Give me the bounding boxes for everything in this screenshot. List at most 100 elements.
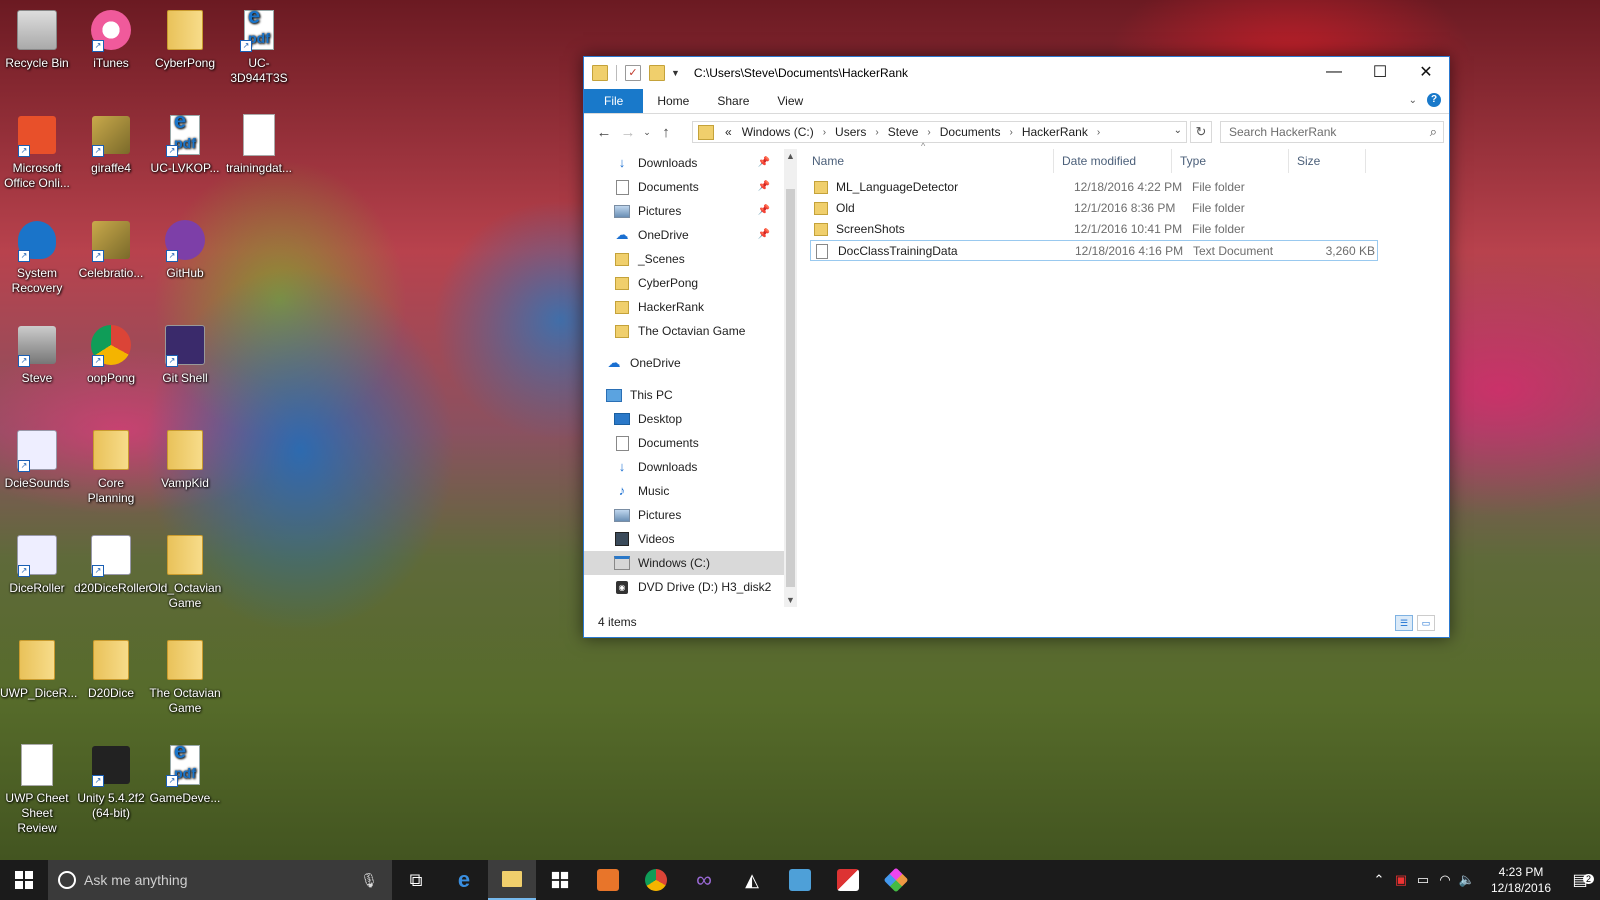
column-size[interactable]: Size xyxy=(1289,149,1366,173)
edge-icon[interactable]: e xyxy=(440,860,488,900)
file-explorer-taskbar-icon[interactable] xyxy=(488,860,536,900)
customize-toolbar-chevron-icon[interactable]: ▼ xyxy=(671,68,680,78)
store-icon[interactable] xyxy=(536,860,584,900)
desktop-icon[interactable]: CyberPong xyxy=(148,8,222,71)
desktop-icon[interactable]: Core Planning xyxy=(74,428,148,506)
desktop-icon[interactable]: pdf↗ GameDeve... xyxy=(148,743,222,806)
wifi-icon[interactable]: ◠ xyxy=(1434,872,1456,888)
clock[interactable]: 4:23 PM 12/18/2016 xyxy=(1482,864,1560,896)
address-history-chevron-icon[interactable]: ⌄ xyxy=(1174,125,1182,136)
nav-onedrive[interactable]: ☁ OneDrive xyxy=(584,351,784,375)
visual-studio-icon[interactable]: ∞ xyxy=(680,860,728,900)
unity-icon[interactable]: ◭ xyxy=(728,860,776,900)
navigation-pane-scrollbar[interactable]: ▲ ▼ xyxy=(784,149,797,607)
file-row[interactable]: Old 12/1/2016 8:36 PM File folder xyxy=(810,198,1378,219)
desktop-icon[interactable]: ↗ DiceRoller xyxy=(0,533,74,596)
desktop-icon[interactable]: ↗ oopPong xyxy=(74,323,148,386)
desktop-icon[interactable]: ↗ DcieSounds xyxy=(0,428,74,491)
nav-quick-access-item[interactable]: ↓ Downloads 📌 xyxy=(584,151,784,175)
nav-quick-access-item[interactable]: Pictures 📌 xyxy=(584,199,784,223)
nav-quick-access-item[interactable]: The Octavian Game xyxy=(584,319,784,343)
file-row[interactable]: ML_LanguageDetector 12/18/2016 4:22 PM Fil… xyxy=(810,177,1378,198)
breadcrumb-windows-c[interactable]: Windows (C:) xyxy=(737,125,819,139)
breadcrumb-overflow[interactable]: « xyxy=(720,125,737,139)
nav-this-pc-item[interactable]: Documents xyxy=(584,431,784,455)
column-type[interactable]: Type xyxy=(1172,149,1289,173)
battery-icon[interactable]: ▭ xyxy=(1412,872,1434,888)
address-bar[interactable]: « Windows (C:) › Users › Steve › Documen… xyxy=(692,121,1187,143)
expand-ribbon-chevron-icon[interactable]: ⌄ xyxy=(1409,95,1417,106)
large-icons-view-icon[interactable]: ▭ xyxy=(1417,615,1435,631)
nav-this-pc-item[interactable]: Windows (C:) xyxy=(584,551,784,575)
nav-quick-access-item[interactable]: Documents 📌 xyxy=(584,175,784,199)
file-row[interactable]: ScreenShots 12/1/2016 10:41 PM File folder xyxy=(810,219,1378,240)
nav-this-pc-item[interactable]: ◉ DVD Drive (D:) H3_disk2 xyxy=(584,575,784,599)
desktop-icon[interactable]: The Octavian Game xyxy=(148,638,222,716)
search-icon[interactable]: ⌕ xyxy=(1430,122,1437,142)
chevron-right-icon[interactable]: › xyxy=(923,127,934,138)
tab-file[interactable]: File xyxy=(584,89,644,113)
desktop-icon[interactable]: ↗ Celebratio... xyxy=(74,218,148,281)
desktop-icon[interactable]: Old_Octavian Game xyxy=(148,533,222,611)
nav-quick-access-item[interactable]: CyberPong xyxy=(584,271,784,295)
cortana-search-box[interactable]: Ask me anything 🎙 xyxy=(48,860,392,900)
scroll-up-icon[interactable]: ▲ xyxy=(784,151,797,161)
search-input[interactable]: Search HackerRank ⌕ xyxy=(1220,121,1444,143)
scroll-down-icon[interactable]: ▼ xyxy=(784,595,797,605)
desktop-icon[interactable]: ↗ Unity 5.4.2f2 (64-bit) xyxy=(74,743,148,821)
column-date-modified[interactable]: Date modified xyxy=(1054,149,1172,173)
desktop-icon[interactable]: ↗ GitHub xyxy=(148,218,222,281)
new-folder-icon[interactable] xyxy=(649,65,665,81)
pin-icon[interactable]: 📌 xyxy=(758,223,770,247)
forward-button[interactable]: → xyxy=(616,124,640,141)
desktop-icon[interactable]: ↗ giraffe4 xyxy=(74,113,148,176)
chevron-right-icon[interactable]: › xyxy=(1005,127,1016,138)
acrobat-icon[interactable]: ▣ xyxy=(1390,872,1412,888)
maximize-button[interactable]: ☐ xyxy=(1357,57,1403,87)
nav-this-pc-item[interactable]: ↓ Downloads xyxy=(584,455,784,479)
properties-icon[interactable]: ✓ xyxy=(625,65,641,81)
column-name[interactable]: Name xyxy=(804,149,1054,173)
media-player-icon[interactable] xyxy=(584,860,632,900)
desktop-icon[interactable]: ↗ Microsoft Office Onli... xyxy=(0,113,74,191)
desktop-icon[interactable]: trainingdat... xyxy=(222,113,296,176)
pin-icon[interactable]: 📌 xyxy=(758,151,770,175)
nav-this-pc-item[interactable]: Desktop xyxy=(584,407,784,431)
close-button[interactable]: ✕ xyxy=(1403,57,1449,87)
nav-quick-access-item[interactable]: HackerRank xyxy=(584,295,784,319)
desktop-icon[interactable]: ↗ Steve xyxy=(0,323,74,386)
chevron-right-icon[interactable]: › xyxy=(1093,127,1104,138)
desktop-icon[interactable]: ↗ d20DiceRoller xyxy=(74,533,149,596)
desktop-icon[interactable]: Recycle Bin xyxy=(0,8,74,71)
nav-this-pc-item[interactable]: ♪ Music xyxy=(584,479,784,503)
nav-quick-access-item[interactable]: _Scenes xyxy=(584,247,784,271)
back-button[interactable]: ← xyxy=(592,124,616,141)
tab-view[interactable]: View xyxy=(763,89,817,113)
chevron-right-icon[interactable]: › xyxy=(819,127,830,138)
up-button[interactable]: ↑ xyxy=(654,124,678,141)
chevron-right-icon[interactable]: › xyxy=(871,127,882,138)
breadcrumb-steve[interactable]: Steve xyxy=(883,125,924,139)
help-icon[interactable]: ? xyxy=(1427,93,1441,107)
chrome-icon[interactable] xyxy=(632,860,680,900)
recent-locations-chevron-icon[interactable]: ⌄ xyxy=(640,127,654,138)
minimize-button[interactable]: — xyxy=(1311,57,1357,87)
action-center-icon[interactable]: ▤ 2 xyxy=(1560,870,1600,890)
nav-quick-access-item[interactable]: ☁ OneDrive 📌 xyxy=(584,223,784,247)
paint-icon[interactable] xyxy=(824,860,872,900)
desktop-icon[interactable]: ↗ iTunes xyxy=(74,8,148,71)
tab-home[interactable]: Home xyxy=(643,89,703,113)
task-view-icon[interactable]: ⧉ xyxy=(392,860,440,900)
desktop-icon[interactable]: D20Dice xyxy=(74,638,148,701)
nav-this-pc-item[interactable]: Videos xyxy=(584,527,784,551)
start-button[interactable] xyxy=(0,860,48,900)
desktop-icon[interactable]: UWP_DiceR... xyxy=(0,638,77,701)
gitkraken-icon[interactable] xyxy=(872,860,920,900)
file-row[interactable]: DocClassTrainingData 12/18/2016 4:16 PM Te… xyxy=(810,240,1378,261)
breadcrumb-users[interactable]: Users xyxy=(830,125,871,139)
desktop-icon[interactable]: pdf↗ UC-LVKOP... xyxy=(148,113,222,176)
nav-this-pc-item[interactable]: Pictures xyxy=(584,503,784,527)
tab-share[interactable]: Share xyxy=(703,89,763,113)
desktop-icon[interactable]: VampKid xyxy=(148,428,222,491)
breadcrumb-documents[interactable]: Documents xyxy=(935,125,1006,139)
